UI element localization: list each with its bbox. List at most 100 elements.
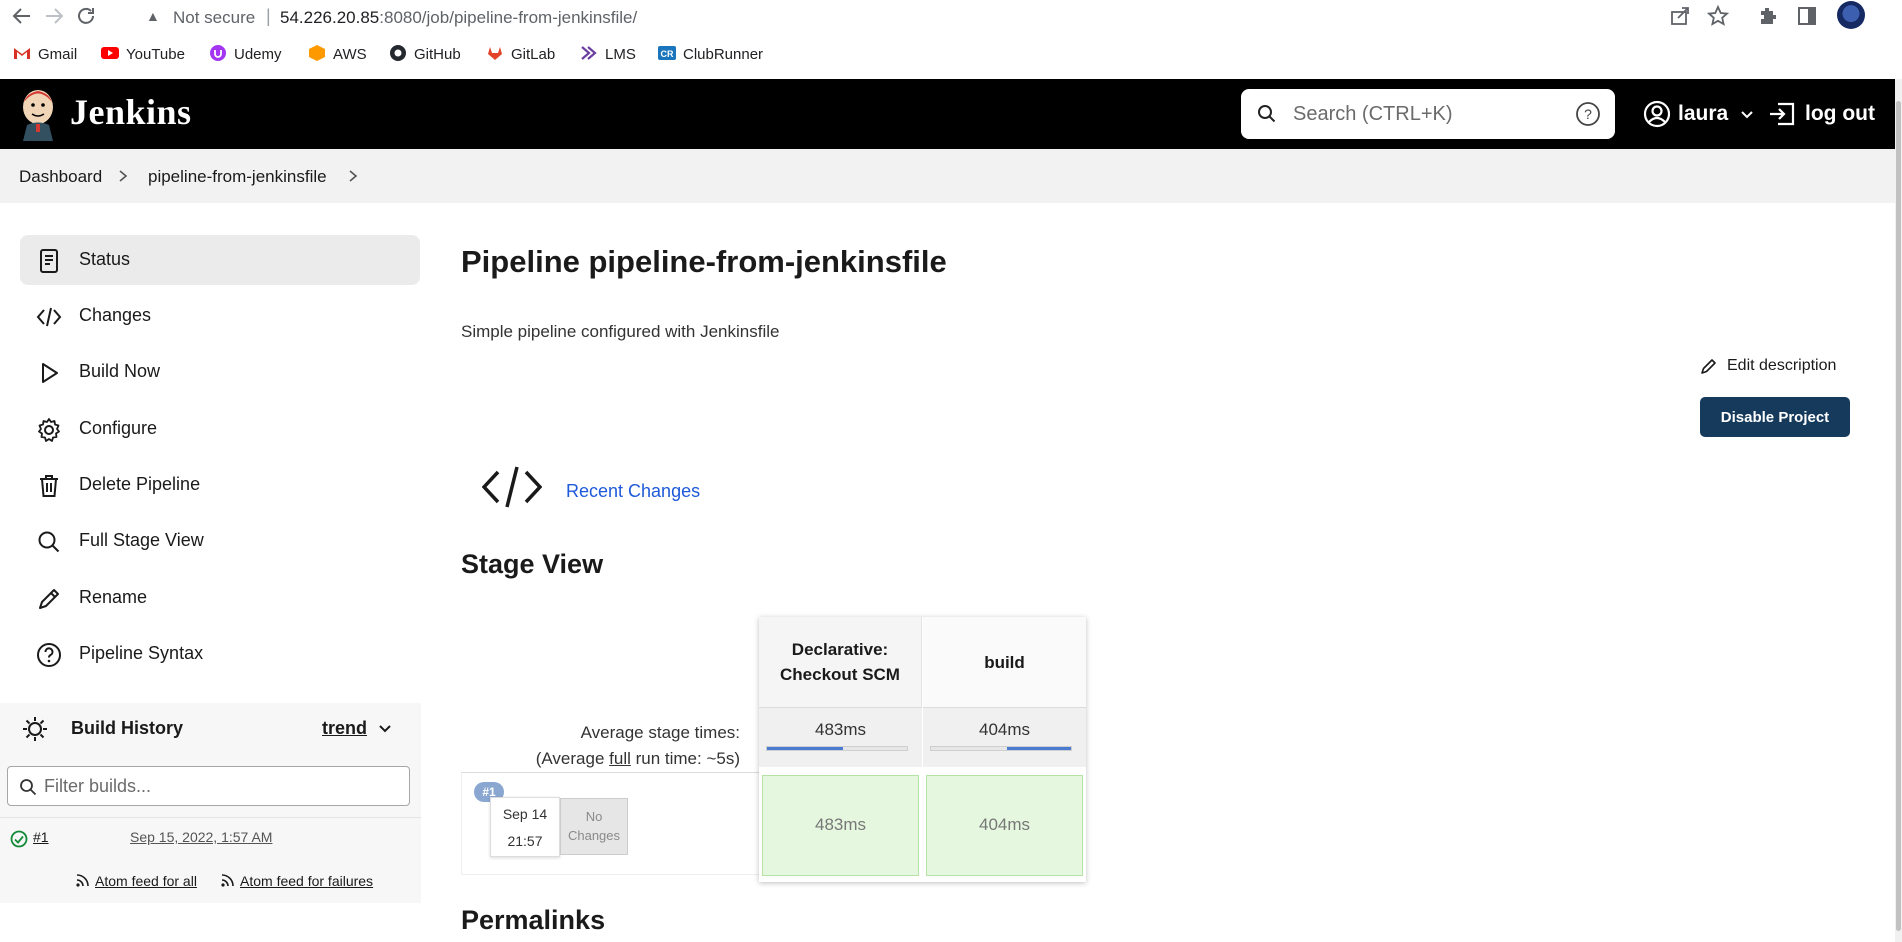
extensions-icon[interactable]: [1756, 4, 1780, 28]
stage-name-line2: Checkout SCM: [780, 665, 900, 684]
stage-avg-bar: [930, 746, 1072, 751]
star-icon[interactable]: [1706, 4, 1730, 28]
stage-cell-value: 483ms: [814, 815, 867, 834]
breadcrumb-dashboard[interactable]: Dashboard: [19, 167, 102, 187]
stage-cell-build[interactable]: 404ms: [926, 775, 1083, 876]
sidebar-item-changes[interactable]: Changes: [20, 291, 420, 341]
bookmark-gitlab[interactable]: GitLab: [486, 45, 555, 63]
bookmark-label: ClubRunner: [683, 46, 764, 63]
stage-avg-bar-fill: [767, 747, 843, 750]
warning-icon: ▲: [146, 8, 160, 24]
profile-avatar[interactable]: [1837, 1, 1865, 29]
stage-view-summary: Average stage times: (Average full run t…: [500, 720, 740, 772]
recent-changes-link[interactable]: Recent Changes: [566, 481, 700, 502]
help-icon[interactable]: ?: [1575, 101, 1601, 127]
pencil-icon: [39, 589, 59, 609]
back-arrow-icon[interactable]: [10, 4, 34, 28]
sidebar-item-rename[interactable]: Rename: [20, 573, 420, 623]
search-input[interactable]: [1293, 99, 1553, 129]
page-scrollbar[interactable]: [1895, 79, 1902, 942]
code-icon: [482, 466, 542, 508]
sidebar-item-build-now[interactable]: Build Now: [20, 347, 420, 397]
build-history-title: Build History: [71, 718, 184, 738]
build-history-icon: [23, 717, 47, 741]
browser-toolbar: ▲ Not secure | 54.226.20.85:8080/job/pip…: [0, 0, 1902, 31]
stage-avg-bar: [766, 746, 908, 751]
bookmark-label: LMS: [605, 46, 636, 63]
build-history-panel: Build History trend #1 Sep 15, 2022, 1:5…: [0, 703, 421, 903]
help-icon: [37, 643, 61, 667]
github-icon: [390, 45, 406, 61]
pencil-icon: [1701, 359, 1716, 374]
sidebar-item-label: Full Stage View: [79, 530, 204, 550]
bookmark-label: Udemy: [234, 46, 282, 63]
filter-builds-input[interactable]: [44, 774, 394, 798]
avg-run-full: full: [609, 749, 631, 768]
document-icon: [40, 249, 58, 273]
sidebar-item-label: Configure: [79, 418, 158, 438]
security-label: Not secure: [173, 8, 256, 27]
bookmark-udemy[interactable]: Udemy: [209, 45, 282, 63]
sidebar-item-status[interactable]: Status: [20, 235, 420, 285]
atom-feed-all-link[interactable]: Atom feed for all: [75, 873, 197, 889]
side-panel-icon[interactable]: [1795, 4, 1819, 28]
sidebar-item-label: Pipeline Syntax: [79, 643, 204, 663]
trend-link[interactable]: trend: [322, 718, 367, 739]
bookmark-lms[interactable]: LMS: [580, 45, 636, 63]
breadcrumb-job[interactable]: pipeline-from-jenkinsfile: [148, 167, 327, 187]
chevron-down-icon[interactable]: [377, 722, 393, 736]
jenkins-brand[interactable]: Jenkins: [70, 91, 192, 133]
sidebar-item-pipeline-syntax[interactable]: Pipeline Syntax: [20, 629, 420, 679]
build-history-header: Build History trend: [0, 703, 421, 753]
avg-run-prefix: (Average: [535, 749, 610, 768]
forward-arrow-icon[interactable]: [42, 4, 66, 28]
page-title: Pipeline pipeline-from-jenkinsfile: [461, 244, 947, 279]
trash-icon: [40, 475, 58, 497]
share-icon[interactable]: [1668, 4, 1692, 28]
logout-label: log out: [1805, 102, 1875, 125]
bookmark-label: GitHub: [414, 46, 461, 63]
build-number-link[interactable]: #1: [33, 829, 49, 845]
average-run-time-label: (Average full run time: ~5s): [500, 746, 740, 772]
atom-feed-failures-label: Atom feed for failures: [240, 873, 374, 889]
stage-cell-checkout[interactable]: 483ms: [762, 775, 919, 876]
url-path: :8080/job/pipeline-from-jenkinsfile/: [379, 8, 638, 27]
stage-avg-value: 483ms: [814, 720, 867, 739]
svg-text:CR: CR: [661, 49, 674, 59]
no-changes-line2: Changes: [567, 828, 621, 843]
stage-view-run-row: #1 Sep 14 21:57 No Changes: [461, 772, 759, 875]
sidebar-item-configure[interactable]: Configure: [20, 404, 420, 454]
logout-icon: [1770, 102, 1795, 126]
user-icon: [1643, 100, 1671, 128]
bookmark-github[interactable]: GitHub: [389, 45, 461, 63]
gmail-icon: [14, 48, 30, 59]
success-check-icon: [10, 830, 28, 848]
bookmarks-bar: Gmail YouTube Udemy AWS GitHub GitLab LM…: [0, 43, 1902, 67]
bookmark-label: AWS: [333, 46, 367, 63]
stage-view-table: Declarative: Checkout SCM build 483ms 404…: [759, 617, 1086, 882]
sidebar-item-delete-pipeline[interactable]: Delete Pipeline: [20, 460, 420, 510]
bookmark-gmail[interactable]: Gmail: [13, 45, 77, 63]
build-date-link[interactable]: Sep 15, 2022, 1:57 AM: [130, 829, 272, 845]
sidebar-item-full-stage-view[interactable]: Full Stage View: [20, 516, 420, 566]
stage-avg-value: 404ms: [978, 720, 1031, 739]
reload-icon[interactable]: [74, 4, 98, 28]
bookmark-aws[interactable]: AWS: [308, 45, 367, 63]
lms-icon: [581, 46, 597, 60]
chevron-right-icon[interactable]: [347, 169, 359, 183]
scrollbar-thumb[interactable]: [1896, 101, 1901, 931]
udemy-icon: [210, 45, 226, 61]
address-bar[interactable]: ▲ Not secure | 54.226.20.85:8080/job/pip…: [132, 2, 1762, 30]
jenkins-logo-icon[interactable]: [19, 87, 57, 141]
code-icon: [36, 307, 62, 327]
average-stage-times-label: Average stage times:: [580, 723, 740, 742]
stage-cell-value: 404ms: [978, 815, 1031, 834]
build-row: #1 Sep 15, 2022, 1:57 AM: [0, 817, 421, 857]
avg-run-suffix: run time: ~5s): [630, 749, 740, 768]
atom-feed-failures-link[interactable]: Atom feed for failures: [220, 873, 373, 889]
stage-avg-bar-fill: [1006, 747, 1071, 750]
run-changes: No Changes: [560, 798, 628, 855]
disable-project-button[interactable]: Disable Project: [1700, 397, 1850, 437]
bookmark-youtube[interactable]: YouTube: [101, 45, 185, 63]
bookmark-clubrunner[interactable]: CR ClubRunner: [658, 45, 763, 63]
